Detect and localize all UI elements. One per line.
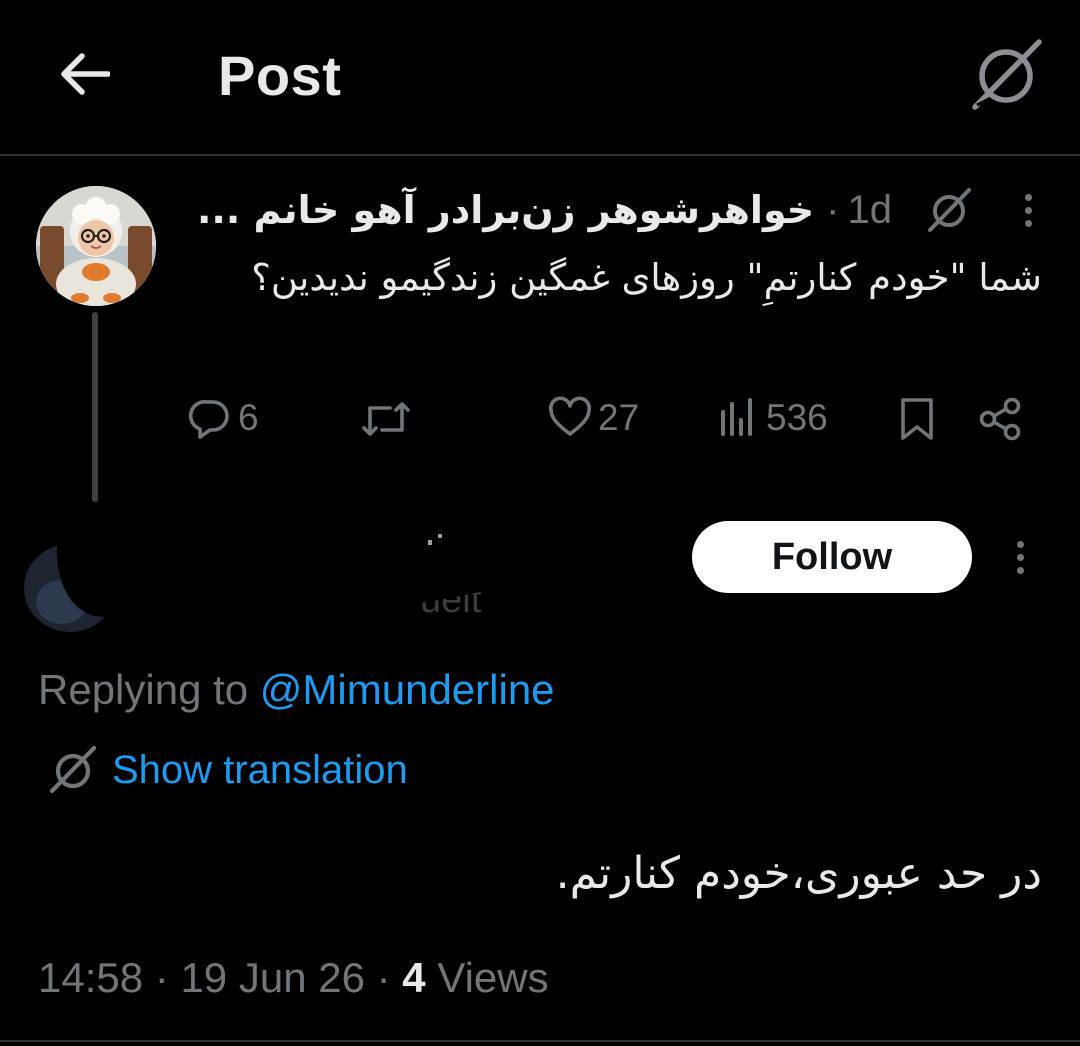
bookmark-icon xyxy=(901,398,933,440)
timestamp-separator: · xyxy=(376,954,391,1001)
reply-icon xyxy=(188,400,229,439)
replying-prefix: Replying to xyxy=(38,666,249,713)
like-count: 27 xyxy=(598,397,640,438)
dot-icon xyxy=(1024,206,1032,214)
repost-icon xyxy=(362,402,410,436)
post-time[interactable]: 14:58 xyxy=(38,954,143,1001)
grok-icon xyxy=(49,745,97,794)
redacted-author-info: @ ueit xyxy=(0,470,560,640)
post-time-ago[interactable]: 1d xyxy=(848,188,893,233)
redaction-scribble: @ ueit xyxy=(24,484,526,632)
display-name-text: خواهرشوهر زن‌برادر آهو خانم xyxy=(253,188,815,232)
bookmark-action[interactable] xyxy=(898,396,936,442)
mention-link[interactable]: @Mimunderline xyxy=(260,666,555,713)
dot-icon xyxy=(1016,553,1024,561)
views-count: 4 xyxy=(402,954,426,1001)
views-label: Views xyxy=(437,954,549,1001)
name-truncation: ... xyxy=(196,188,241,232)
replying-to: Replying to @Mimunderline xyxy=(38,662,555,718)
follow-button[interactable]: Follow xyxy=(692,521,972,593)
share-action[interactable] xyxy=(976,396,1024,442)
reply-action[interactable]: 6 xyxy=(188,396,259,440)
like-action[interactable]: 27 xyxy=(548,396,639,440)
repost-action[interactable] xyxy=(360,398,412,440)
share-icon xyxy=(979,397,1021,441)
dot-icon xyxy=(1024,193,1032,201)
view-count: 536 xyxy=(766,397,828,438)
grok-button[interactable] xyxy=(966,36,1046,112)
dot-icon xyxy=(1016,540,1024,548)
show-translation-label: Show translation xyxy=(112,747,408,792)
grok-icon xyxy=(972,39,1042,110)
header-divider xyxy=(0,154,1080,156)
reply-text: در حد عبوری،خودم کنارتم. xyxy=(555,848,1042,899)
parent-post-text: شما "خودم کنارتمِ" روزهای غمگین زندگیمو … xyxy=(251,256,1042,299)
reply-more-button[interactable] xyxy=(1008,533,1032,581)
grok-explain-button[interactable] xyxy=(926,187,972,233)
analytics-icon xyxy=(721,398,752,436)
reply-count: 6 xyxy=(238,397,259,438)
back-button[interactable] xyxy=(52,42,116,106)
dot-icon xyxy=(1024,219,1032,227)
meta-separator: · xyxy=(826,187,840,232)
views-action[interactable]: 536 xyxy=(718,396,828,440)
post-timestamp: 14:58 · 19 Jun 26 · 4 Views xyxy=(38,950,549,1006)
heart-icon xyxy=(549,396,591,436)
parent-author-name[interactable]: ... خواهرشوهر زن‌برادر آهو خانم xyxy=(197,188,814,232)
bottom-divider xyxy=(0,1040,1080,1042)
avatar-image xyxy=(36,186,156,306)
page-title: Post xyxy=(218,44,342,107)
parent-author-avatar[interactable] xyxy=(36,186,156,306)
show-translation-button[interactable]: Show translation xyxy=(48,742,408,798)
arrow-left-icon xyxy=(61,53,110,95)
parent-post-meta: ... خواهرشوهر زن‌برادر آهو خانم · 1d xyxy=(197,180,1040,240)
timestamp-separator: · xyxy=(154,954,169,1001)
post-more-button[interactable] xyxy=(1016,186,1040,234)
dot-icon xyxy=(1016,566,1024,574)
post-date[interactable]: 19 Jun 26 xyxy=(180,954,365,1001)
grok-icon xyxy=(928,188,971,232)
